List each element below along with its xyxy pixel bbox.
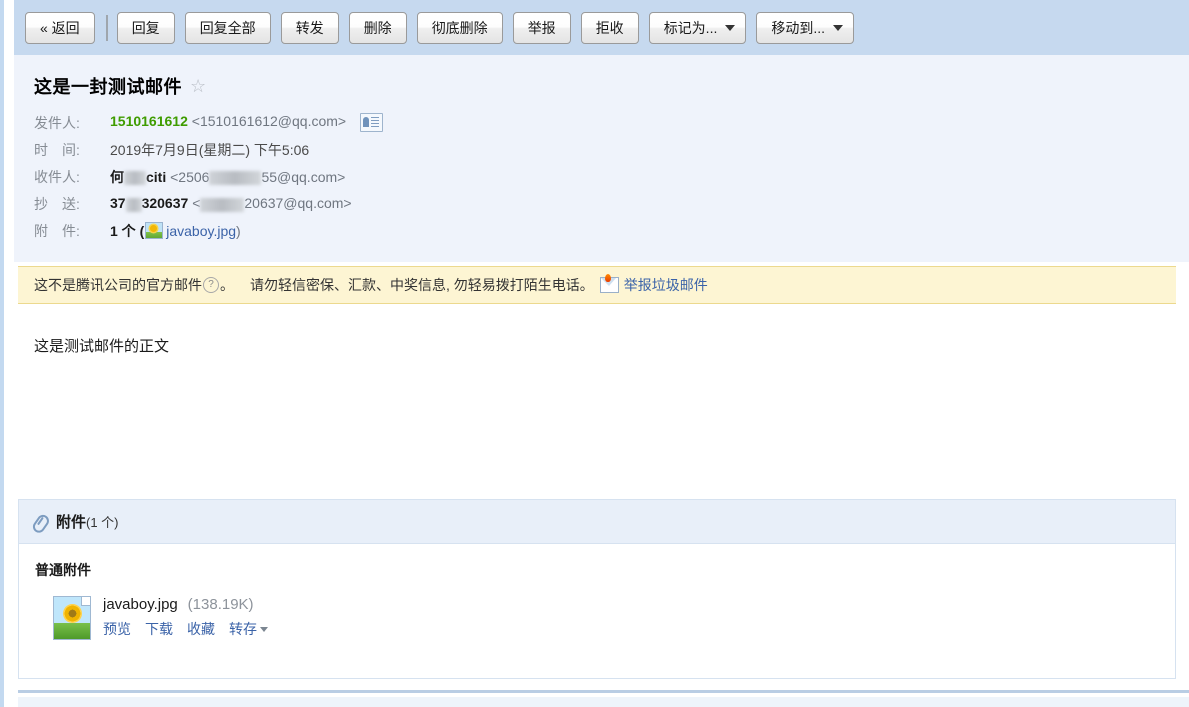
reject-button-label: 拒收 <box>595 19 624 36</box>
from-label: 发件人: <box>34 114 80 131</box>
attachment-preview-link[interactable]: 预览 <box>103 619 131 639</box>
warning-period: 。 <box>220 277 234 293</box>
attachment-favorite-link[interactable]: 收藏 <box>187 619 215 639</box>
attachment-label-char1: 附 <box>34 222 48 239</box>
report-button[interactable]: 举报 <box>512 11 571 44</box>
attachments-header: 附件 (1 个) <box>19 500 1175 544</box>
move-to-dropdown-label: 移动到... <box>771 19 826 36</box>
cc-label-char1: 抄 <box>34 195 48 212</box>
permanent-delete-button[interactable]: 彻底删除 <box>416 11 503 44</box>
chevron-down-icon <box>833 24 844 31</box>
from-address: <1510161612@qq.com> <box>191 113 347 130</box>
attachment-name-row: javaboy.jpg (138.19K) <box>103 596 268 613</box>
to-name-tail: citi <box>146 168 167 185</box>
mark-as-dropdown-label: 标记为... <box>663 19 718 36</box>
to-value: 何 citi <2506 55@qq.com> <box>110 167 345 187</box>
chevron-down-icon <box>725 24 736 31</box>
permanent-delete-button-label: 彻底删除 <box>431 19 488 36</box>
attachment-actions: 预览 下载 收藏 转存 <box>103 619 268 639</box>
cc-address-prefix: < <box>192 195 201 212</box>
delete-button-label: 删除 <box>363 19 392 36</box>
date-label: 时间: <box>34 140 110 160</box>
attachments-count: (1 个) <box>86 515 119 530</box>
attachment-label: 附件: <box>34 221 110 241</box>
cc-name-redacted <box>125 197 142 212</box>
field-date: 时间: 2019年7月9日(星期二) 下午5:06 <box>34 136 1189 163</box>
report-spam-icon[interactable] <box>599 274 619 293</box>
reply-all-button-label: 回复全部 <box>199 19 256 36</box>
cc-value: 37 320637 <20637@qq.com> <box>110 195 352 212</box>
delete-button[interactable]: 删除 <box>348 11 407 44</box>
attachment-count: 1 个 ( <box>110 222 145 239</box>
attachment-label-char2: 件: <box>62 222 80 239</box>
left-edge-gap <box>4 0 14 707</box>
from-value: 1510161612 <1510161612@qq.com> <box>110 113 383 132</box>
image-file-icon[interactable] <box>53 596 91 640</box>
date-value: 2019年7月9日(星期二) 下午5:06 <box>110 141 310 158</box>
warning-text-before: 这不是腾讯公司的官方邮件 <box>34 277 202 293</box>
forward-button-label: 转发 <box>295 19 324 36</box>
bottom-strip <box>18 697 1189 707</box>
reject-button[interactable]: 拒收 <box>580 11 639 44</box>
mail-subject: 这是一封测试邮件 <box>34 77 182 97</box>
phishing-warning-banner: 这不是腾讯公司的官方邮件 ? 。 请勿轻信密保、汇款、中奖信息, 勿轻易拨打陌生… <box>18 266 1176 304</box>
subject-row: 这是一封测试邮件 ☆ <box>34 73 1189 99</box>
date-label-char1: 时 <box>34 141 48 158</box>
mail-body-area: 这是测试邮件的正文 <box>14 305 1189 495</box>
attachments-title: 附件 <box>56 514 87 531</box>
to-address-redacted <box>209 170 262 185</box>
forward-button[interactable]: 转发 <box>280 11 339 44</box>
help-question-icon[interactable]: ? <box>203 277 219 293</box>
field-to: 收件人: 何 citi <2506 55@qq.com> <box>34 163 1189 190</box>
to-label: 收件人: <box>34 168 80 185</box>
field-attachment: 附件: 1 个 ( javaboy.jpg) <box>34 217 1189 244</box>
bottom-separator <box>18 690 1189 693</box>
reply-all-button[interactable]: 回复全部 <box>184 11 271 44</box>
toolbar-divider <box>105 14 108 41</box>
mail-toolbar: « 返回 回复 回复全部 转发 删除 彻底删除 举报 拒收 标记为... 移动到… <box>14 0 1189 55</box>
date-label-char2: 间: <box>62 141 80 158</box>
back-button[interactable]: « 返回 <box>25 11 95 44</box>
cc-name-prefix: 37 <box>110 195 126 212</box>
to-address-prefix: <2506 <box>170 168 210 185</box>
attachment-close-paren: ) <box>236 222 241 239</box>
to-name-redacted <box>124 170 146 185</box>
contact-card-icon[interactable] <box>360 113 383 132</box>
reply-button-label: 回复 <box>131 19 160 36</box>
star-icon[interactable]: ☆ <box>190 77 206 95</box>
reply-button[interactable]: 回复 <box>116 11 175 44</box>
field-cc: 抄送: 37 320637 <20637@qq.com> <box>34 190 1189 217</box>
from-name: 1510161612 <box>110 113 188 130</box>
paperclip-icon <box>30 510 52 532</box>
image-thumbnail-icon <box>145 221 164 239</box>
attachment-item: javaboy.jpg (138.19K) 预览 下载 收藏 转存 <box>35 594 1175 640</box>
mail-header-panel: 这是一封测试邮件 ☆ 发件人: 1510161612 <1510161612@q… <box>14 55 1189 262</box>
attachment-value: 1 个 ( javaboy.jpg) <box>110 221 241 241</box>
cc-label: 抄送: <box>34 194 110 214</box>
report-button-label: 举报 <box>527 19 556 36</box>
cc-label-char2: 送: <box>62 195 80 212</box>
field-from: 发件人: 1510161612 <1510161612@qq.com> <box>34 109 1189 136</box>
attachment-download-link[interactable]: 下载 <box>145 619 173 639</box>
mail-reader-page: « 返回 回复 回复全部 转发 删除 彻底删除 举报 拒收 标记为... 移动到… <box>0 0 1189 707</box>
warning-text-after: 请勿轻信密保、汇款、中奖信息, 勿轻易拨打陌生电话。 <box>250 277 594 293</box>
attachment-saveto-link[interactable]: 转存 <box>229 619 257 639</box>
move-to-dropdown[interactable]: 移动到... <box>756 11 855 44</box>
mark-as-dropdown[interactable]: 标记为... <box>648 11 747 44</box>
chevron-down-icon[interactable] <box>260 626 268 632</box>
cc-address-redacted <box>200 197 245 212</box>
attachment-file-name: javaboy.jpg <box>103 596 178 613</box>
attachments-section-title: 普通附件 <box>35 562 91 578</box>
cc-name-suffix: 320637 <box>141 195 189 212</box>
attachments-panel: 附件 (1 个) 普通附件 javaboy.jpg (138.19K) 预览 下… <box>18 499 1176 679</box>
report-spam-link[interactable]: 举报垃圾邮件 <box>624 275 708 295</box>
attachment-file-link[interactable]: javaboy.jpg <box>166 223 236 239</box>
attachment-file-size: (138.19K) <box>187 596 254 613</box>
cc-address-suffix: 20637@qq.com> <box>244 195 352 212</box>
mail-body-text: 这是测试邮件的正文 <box>34 338 170 355</box>
to-name: 何 <box>110 168 124 185</box>
back-button-label: « 返回 <box>40 19 80 36</box>
to-address-suffix: 55@qq.com> <box>261 168 346 185</box>
